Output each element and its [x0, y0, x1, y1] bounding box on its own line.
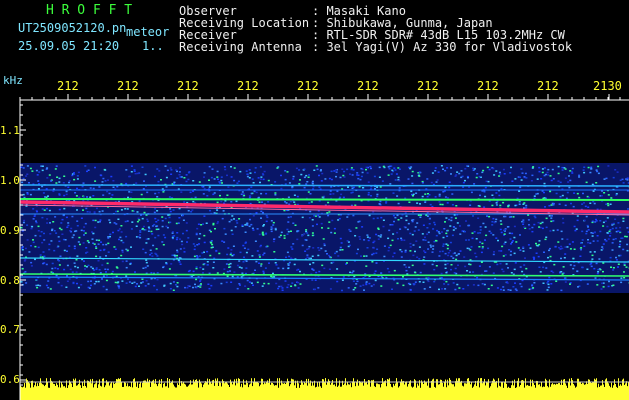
- spectrogram-plot: [19, 94, 629, 400]
- x-tick: 212: [357, 79, 379, 93]
- x-tick: 212: [117, 79, 139, 93]
- x-tick: 212: [477, 79, 499, 93]
- x-tick: 212: [297, 79, 319, 93]
- x-tick: 212: [177, 79, 199, 93]
- y-tick: 1.1: [0, 124, 20, 137]
- amplitude-bar: [20, 378, 629, 400]
- y-tick: 1.0: [0, 174, 20, 187]
- antenna-value: : 3el Yagi(V) Az 330 for Vladivostok: [312, 40, 573, 54]
- hrofft-window: H R O F F T UT2509052120.pn meteor 25.09…: [0, 0, 629, 400]
- x-tick: 212: [537, 79, 559, 93]
- carrier-trace-top: [19, 184, 629, 187]
- carrier-trace-green: [19, 198, 629, 201]
- filename-label: UT2509052120.pn: [18, 21, 127, 35]
- y-tick: 0.7: [0, 323, 20, 336]
- x-tick: 2130: [593, 79, 622, 93]
- file-type-label: meteor: [126, 25, 170, 39]
- datetime-label: 25.09.05 21:20: [18, 39, 120, 53]
- counter-label: 1..: [142, 39, 164, 53]
- x-tick: 212: [417, 79, 439, 93]
- app-logo: H R O F F T: [46, 3, 133, 18]
- y-tick: 0.6: [0, 373, 20, 386]
- y-axis-unit: kHz: [3, 74, 23, 87]
- antenna-label: Receiving Antenna: [179, 40, 302, 54]
- x-tick: 212: [237, 79, 259, 93]
- y-tick: 0.9: [0, 224, 20, 237]
- x-tick: 212: [57, 79, 79, 93]
- y-tick: 0.8: [0, 274, 20, 287]
